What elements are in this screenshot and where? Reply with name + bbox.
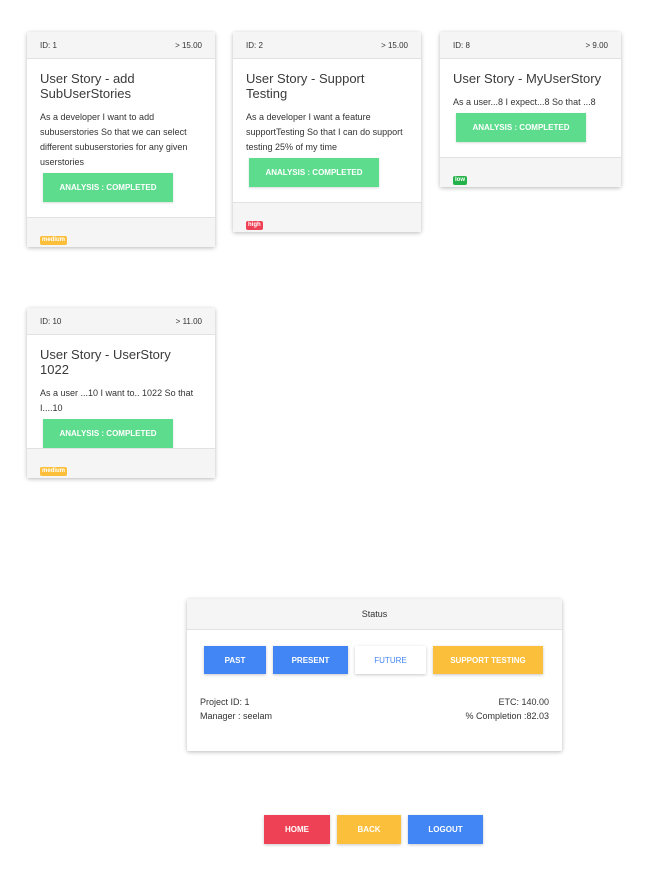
logout-button[interactable]: LOGOUT xyxy=(408,815,483,844)
card-footer: low xyxy=(440,157,621,187)
card-header: ID: 1 > 15.00 xyxy=(27,32,215,59)
priority-badge: low xyxy=(453,176,467,185)
future-button[interactable]: FUTURE xyxy=(355,646,426,674)
story-description: As a developer I want a feature supportT… xyxy=(246,112,403,152)
present-button[interactable]: PRESENT xyxy=(273,646,348,674)
story-estimate: > 15.00 xyxy=(381,40,408,50)
story-id: ID: 10 xyxy=(40,316,62,326)
story-title: User Story - add SubUserStories xyxy=(40,71,135,101)
story-card: ID: 8 > 9.00 User Story - MyUserStory As… xyxy=(440,32,621,187)
priority-badge: high xyxy=(246,221,263,230)
story-id: ID: 1 xyxy=(40,40,57,50)
card-footer: medium xyxy=(27,448,215,478)
analysis-status-button[interactable]: ANALYSIS : COMPLETED xyxy=(249,158,379,187)
support-testing-button[interactable]: SUPPORT TESTING xyxy=(433,646,543,674)
story-description: As a user ...10 I want to.. 1022 So that… xyxy=(40,388,194,413)
manager-name: Manager : seelam xyxy=(200,711,273,721)
story-id: ID: 8 xyxy=(453,40,470,50)
priority-badge: medium xyxy=(40,467,68,476)
story-card: ID: 2 > 15.00 User Story - Support Testi… xyxy=(233,32,421,232)
home-button[interactable]: HOME xyxy=(264,815,330,844)
priority-badge: medium xyxy=(40,236,68,245)
card-body: User Story - add SubUserStories As a dev… xyxy=(27,59,215,217)
etc-value: ETC: 140.00 xyxy=(498,697,549,707)
card-body: User Story - UserStory 1022 As a user ..… xyxy=(27,335,215,448)
status-panel-title: Status xyxy=(187,599,562,630)
analysis-status-button[interactable]: ANALYSIS : COMPLETED xyxy=(456,113,586,142)
card-body: User Story - MyUserStory As a user...8 I… xyxy=(440,59,621,157)
story-estimate: > 11.00 xyxy=(175,316,202,326)
story-card: ID: 1 > 15.00 User Story - add SubUserSt… xyxy=(27,32,215,247)
completion-value: % Completion :82.03 xyxy=(465,711,549,721)
card-footer: medium xyxy=(27,217,215,247)
story-description: As a user...8 I expect...8 So that ...8 xyxy=(453,97,596,107)
story-card: ID: 10 > 11.00 User Story - UserStory 10… xyxy=(27,308,215,478)
analysis-status-button[interactable]: ANALYSIS : COMPLETED xyxy=(43,173,173,202)
story-title: User Story - Support Testing xyxy=(246,71,365,101)
card-body: User Story - Support Testing As a develo… xyxy=(233,59,421,202)
project-id: Project ID: 1 xyxy=(200,697,250,707)
story-title: User Story - UserStory 1022 xyxy=(40,347,171,377)
analysis-status-button[interactable]: ANALYSIS : COMPLETED xyxy=(43,419,173,448)
back-button[interactable]: BACK xyxy=(337,815,401,844)
story-estimate: > 9.00 xyxy=(585,40,608,50)
story-description: As a developer I want to add subuserstor… xyxy=(40,112,188,167)
status-filter-buttons: PAST PRESENT FUTURE SUPPORT TESTING xyxy=(204,646,543,674)
card-header: ID: 2 > 15.00 xyxy=(233,32,421,59)
card-header: ID: 10 > 11.00 xyxy=(27,308,215,335)
card-footer: high xyxy=(233,202,421,232)
project-info: Project ID: 1 ETC: 140.00 Manager : seel… xyxy=(200,695,549,723)
past-button[interactable]: PAST xyxy=(204,646,266,674)
status-panel: Status PAST PRESENT FUTURE SUPPORT TESTI… xyxy=(187,599,562,751)
story-estimate: > 15.00 xyxy=(175,40,202,50)
story-id: ID: 2 xyxy=(246,40,263,50)
card-header: ID: 8 > 9.00 xyxy=(440,32,621,59)
bottom-navigation: HOME BACK LOGOUT xyxy=(264,815,483,844)
story-title: User Story - MyUserStory xyxy=(453,71,602,86)
